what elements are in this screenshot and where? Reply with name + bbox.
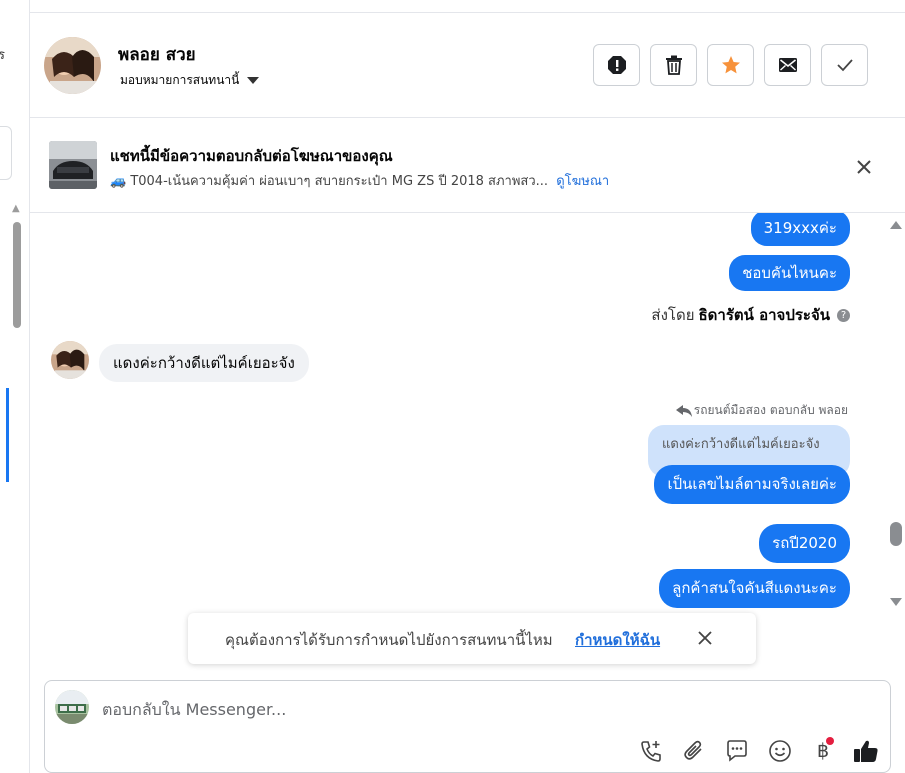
- scroll-up-icon[interactable]: [890, 221, 902, 229]
- composer-toolbar: ฿: [637, 737, 880, 765]
- list-scroll-up-icon[interactable]: ▲: [12, 203, 20, 214]
- car-icon: 🚙: [110, 174, 127, 189]
- conversation-list-edge: ร ▲: [0, 0, 30, 773]
- reply-meta-text: รถยนต์มือสอง ตอบกลับ พลอย: [693, 403, 848, 417]
- trash-icon: [665, 55, 682, 75]
- alert-icon: [607, 56, 626, 74]
- message-outgoing[interactable]: 319xxxค่ะ: [750, 213, 850, 246]
- scroll-thumb[interactable]: [890, 522, 902, 546]
- ad-description-text: T004-เน้นความคุ้มค่า ผ่อนเบาๆ สบายกระเป๋…: [130, 174, 549, 189]
- assign-label: มอบหมายการสนทนานี้: [120, 73, 240, 87]
- emoji-button[interactable]: [766, 737, 794, 765]
- call-button[interactable]: [637, 737, 665, 765]
- ad-thumbnail[interactable]: [49, 141, 97, 189]
- star-button[interactable]: [707, 44, 754, 86]
- message-thread: 319xxxค่ะ ชอบคันไหนคะ ส่งโดย ธิดารัตน์ อ…: [30, 213, 883, 623]
- saved-replies-button[interactable]: [723, 737, 751, 765]
- phone-plus-icon: [641, 741, 661, 762]
- attach-button[interactable]: [680, 737, 708, 765]
- paperclip-icon: [684, 740, 702, 760]
- notification-dot: [826, 737, 834, 745]
- envelope-icon: [778, 58, 797, 72]
- message-outgoing[interactable]: ลูกค้าสนใจคันสีแดงนะคะ: [659, 569, 850, 608]
- caret-down-icon: [247, 77, 260, 84]
- reply-meta: รถยนต์มือสอง ตอบกลับ พลอย: [675, 401, 848, 420]
- reply-arrow-icon: [675, 404, 692, 417]
- sent-by-prefix: ส่งโดย: [651, 306, 695, 324]
- chat-bubble-icon: [727, 740, 747, 762]
- ad-reply-banner: แชทนี้มีข้อความตอบกลับต่อโฆษณาของคุณ 🚙 T…: [30, 118, 905, 213]
- assign-to-me-link[interactable]: กำหนดให้ฉัน: [575, 628, 660, 652]
- list-scrollbar[interactable]: [13, 222, 21, 328]
- sent-by-name: ธิดารัตน์ อาจประจัน: [698, 306, 831, 324]
- scroll-down-icon[interactable]: [890, 598, 902, 606]
- done-button[interactable]: [821, 44, 868, 86]
- message-composer: ฿: [44, 680, 891, 773]
- spam-button[interactable]: [593, 44, 640, 86]
- reply-input[interactable]: [102, 697, 742, 721]
- page-avatar: [55, 690, 89, 724]
- smiley-icon: [769, 740, 791, 762]
- help-icon[interactable]: ?: [837, 308, 850, 322]
- delete-button[interactable]: [650, 44, 697, 86]
- conversation-header: พลอย สวย มอบหมายการสนทนานี้: [30, 13, 905, 118]
- list-search-box[interactable]: [0, 126, 12, 180]
- assign-conversation-dropdown[interactable]: มอบหมายการสนทนานี้: [120, 71, 260, 90]
- like-button[interactable]: [852, 737, 880, 765]
- payment-button[interactable]: ฿: [809, 737, 837, 765]
- check-icon: [836, 59, 853, 72]
- sender-avatar[interactable]: [51, 341, 89, 379]
- message-outgoing[interactable]: เป็นเลขไมล์ตามจริงเลยค่ะ: [654, 465, 850, 504]
- thumbs-up-icon: [854, 740, 878, 762]
- dismiss-prompt-button[interactable]: [695, 628, 715, 648]
- ad-banner-title: แชทนี้มีข้อความตอบกลับต่อโฆษณาของคุณ: [110, 147, 393, 165]
- selected-conversation-indicator: [6, 388, 9, 482]
- star-icon: [721, 56, 740, 74]
- assign-prompt-text: คุณต้องการได้รับการกำหนดไปยังการสนทนานี้…: [225, 631, 553, 649]
- message-outgoing[interactable]: ชอบคันไหนคะ: [729, 255, 850, 291]
- close-icon: [857, 160, 871, 174]
- view-ad-link[interactable]: ดูโฆษณา: [556, 174, 609, 189]
- mark-unread-button[interactable]: [764, 44, 811, 86]
- assign-prompt: คุณต้องการได้รับการกำหนดไปยังการสนทนานี้…: [188, 613, 756, 664]
- ad-banner-description: 🚙 T004-เน้นความคุ้มค่า ผ่อนเบาๆ สบายกระเ…: [110, 170, 609, 191]
- header-actions: [593, 44, 868, 86]
- close-icon: [698, 631, 712, 645]
- contact-avatar[interactable]: [44, 37, 101, 94]
- list-text-fragment: ร: [0, 48, 5, 63]
- close-banner-button[interactable]: [851, 154, 877, 180]
- contact-name: พลอย สวย: [118, 45, 196, 65]
- message-outgoing[interactable]: รถปี2020: [759, 524, 850, 563]
- sent-by-label: ส่งโดย ธิดารัตน์ อาจประจัน ?: [651, 303, 850, 327]
- message-incoming[interactable]: แดงค่ะกว้างดีแต่ไมค์เยอะจัง: [99, 344, 309, 382]
- thread-scrollbar[interactable]: [883, 213, 905, 613]
